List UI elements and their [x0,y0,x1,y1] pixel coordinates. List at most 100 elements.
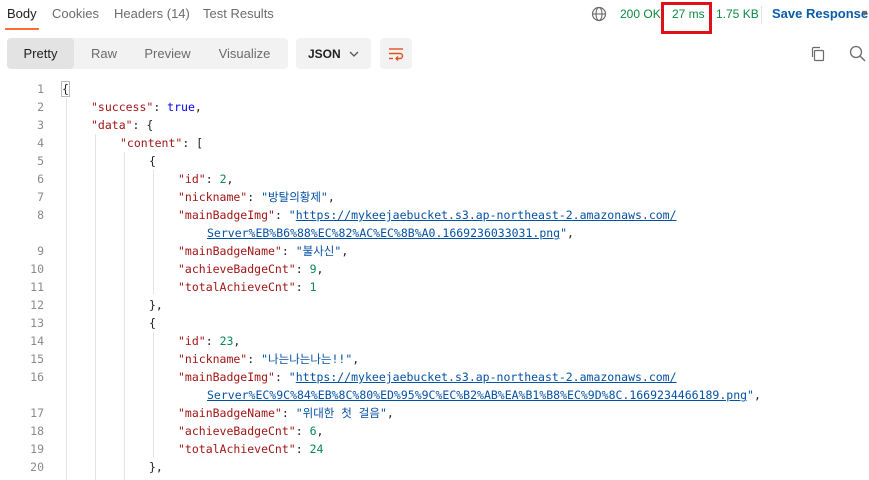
code-token: "data" [91,118,133,132]
code-token: , [341,244,349,258]
code-token: " [288,370,296,384]
code-line: "success": true, [91,98,202,116]
code-token: "mainBadgeImg" [178,370,275,384]
code-token: , [386,406,394,420]
code-line: "achieveBadgeCnt": 6, [178,422,323,440]
copy-icon[interactable] [810,46,826,62]
code-token: : [295,262,310,276]
view-mode-visualize[interactable]: Visualize [201,38,288,69]
code-token: , [316,262,324,276]
code-line: "totalAchieveCnt": 24 [178,440,323,458]
url-link[interactable]: https://mykeejaebucket.s3.ap-northeast-2… [296,208,677,222]
format-select[interactable]: JSON [296,38,371,69]
code-token: , [226,172,234,186]
code-token: "achieveBadgeCnt" [178,262,296,276]
code-token: "mainBadgeName" [178,406,282,420]
tab-headers[interactable]: Headers (14) [114,6,190,21]
line-number: 2 [37,100,44,114]
line-number: 9 [37,244,44,258]
code-line: { [149,314,156,332]
code-token: "나는나는나는!!" [261,352,353,366]
code-line: }, [149,458,163,476]
line-number: 19 [30,442,44,456]
code-line: { [149,152,156,170]
code-line: "achieveBadgeCnt": 9, [178,260,323,278]
code-line: "content": [ [120,134,203,152]
line-number: 13 [30,316,44,330]
code-token: , [753,388,761,402]
code-token: "nickname" [178,190,248,204]
code-token: "totalAchieveCnt" [178,280,296,294]
code-token: , [233,334,241,348]
line-number: 4 [37,136,44,150]
code-line: "id": 2, [178,170,233,188]
code-token: 24 [309,442,324,456]
code-token: , [567,226,574,240]
code-token: , [327,190,335,204]
code-token: "id" [178,172,206,186]
url-link[interactable]: https://mykeejaebucket.s3.ap-northeast-2… [296,370,677,384]
code-line: "mainBadgeName": "위대한 첫 걸음", [178,404,394,422]
view-mode-preview[interactable]: Preview [134,38,201,69]
url-link[interactable]: Server%EB%B6%88%EC%82%AC%EC%8B%A0.166923… [207,226,560,240]
active-tab-indicator [5,28,39,30]
code-line: "nickname": "방탈의황제", [178,188,335,206]
code-token: "id" [178,334,206,348]
code-token: "방탈의황제" [261,190,328,204]
highlight-annotation [661,2,712,34]
code-token: 6 [309,424,317,438]
indent-guide [153,170,154,294]
code-token: }, [149,460,163,474]
code-token: : { [132,118,154,132]
wrap-lines-button[interactable] [380,38,412,69]
code-line: { [61,80,70,98]
code-token: "achieveBadgeCnt" [178,424,296,438]
code-token: "content" [120,136,183,150]
code-token: }, [149,298,163,312]
response-size[interactable]: 1.75 KB [716,7,759,21]
code-line: "mainBadgeImg": "https://mykeejaebucket.… [178,368,677,386]
tab-cookies[interactable]: Cookies [52,6,99,21]
tab-test-results[interactable]: Test Results [203,6,274,21]
code-line: Server%EB%B6%88%EC%82%AC%EC%8B%A0.166923… [207,224,574,242]
save-response-button[interactable]: Save Response [772,6,868,21]
code-line: "totalAchieveCnt": 1 [178,278,317,296]
chevron-down-icon[interactable]: ▾ [862,8,867,19]
code-token: : [274,370,289,384]
code-token: " [288,208,296,222]
view-mode-raw[interactable]: Raw [74,38,134,69]
indent-guide [95,134,96,480]
code-token: : [274,208,289,222]
code-token: : [205,172,220,186]
code-token: { [149,154,156,168]
code-token: : [ [182,136,204,150]
line-number: 15 [30,352,44,366]
code-token: : [281,244,296,258]
line-number: 3 [37,118,44,132]
line-number: 8 [37,208,44,222]
wrap-lines-icon [389,48,404,61]
line-number: 14 [30,334,44,348]
tab-body[interactable]: Body [7,6,37,21]
globe-icon[interactable] [591,6,607,22]
line-number [0,386,44,404]
code-token: : [247,352,262,366]
view-mode-selector: Pretty Raw Preview Visualize [7,38,288,69]
code-token: 2 [219,172,227,186]
line-number: 11 [30,280,44,294]
code-token: : [247,190,262,204]
view-mode-pretty[interactable]: Pretty [7,38,74,69]
code-token: , [316,424,324,438]
response-body-editor[interactable]: 1{2 "success": true, 3 "data": {4 "content":… [0,80,869,480]
indent-guide [124,152,125,480]
status-code[interactable]: 200 OK [620,7,661,21]
search-icon[interactable] [849,45,866,62]
code-token: "mainBadgeImg" [178,208,275,222]
response-tab-bar: Body Cookies Headers (14) Test Results 2… [0,0,869,34]
line-number: 12 [30,298,44,312]
line-number: 17 [30,406,44,420]
code-token: : [295,424,310,438]
code-line: "mainBadgeImg": "https://mykeejaebucket.… [178,206,677,224]
url-link[interactable]: Server%EC%9C%84%EB%8C%80%ED%95%9C%EC%B2%… [207,388,747,402]
toolbar-divider [761,6,762,24]
